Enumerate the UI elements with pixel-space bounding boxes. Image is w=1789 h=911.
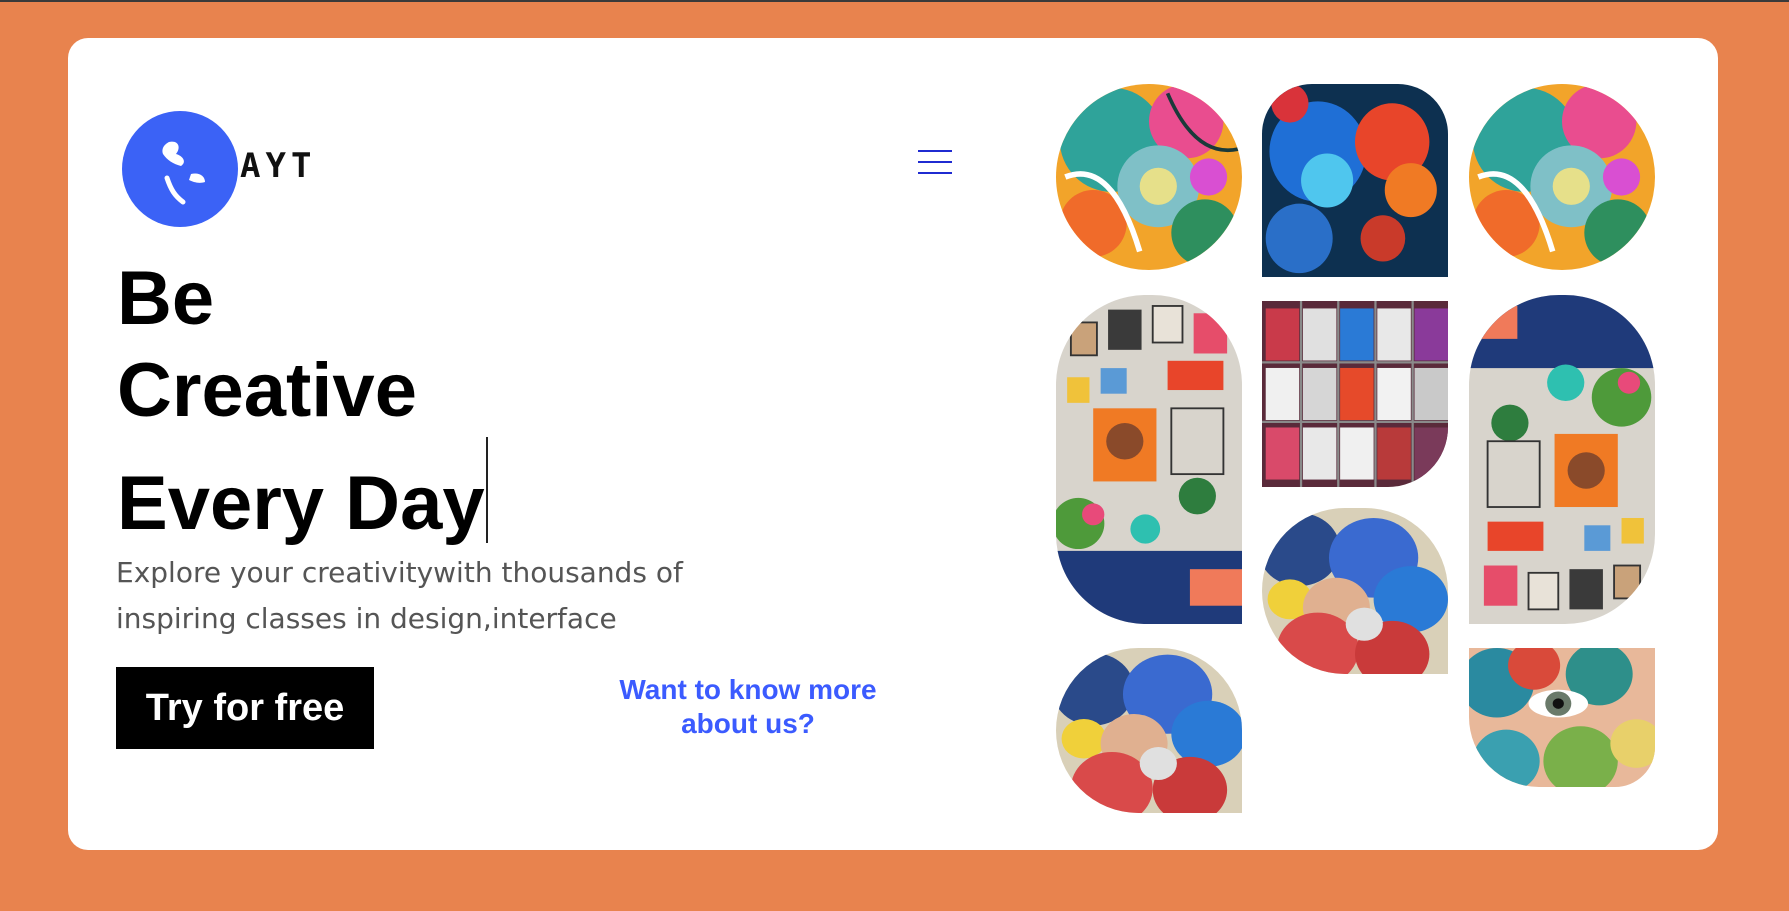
menu-icon[interactable] (918, 150, 952, 178)
headline-line-2: Creative (117, 348, 417, 433)
gallery-marbled-paint-2 (1469, 84, 1655, 270)
gallery-spray-cans (1262, 301, 1448, 487)
headline-line-3: Every Day (117, 437, 488, 550)
text-cursor (485, 437, 488, 543)
headline-line-1: Be (117, 256, 215, 341)
gallery-ink-smoke (1262, 84, 1448, 277)
know-more-link[interactable]: Want to know more about us? (588, 673, 908, 741)
headline-line-3-text: Every Day (117, 461, 485, 546)
gallery-wall-1 (1056, 295, 1242, 624)
gallery-wall-2 (1469, 295, 1655, 624)
gallery-painted-face (1469, 648, 1655, 787)
hero-card: AYT Be Creative Every Day Explore your c… (68, 38, 1718, 850)
gallery-oil-paint-2 (1056, 648, 1242, 813)
logo-icon[interactable] (121, 110, 239, 228)
hero-headline: Be Creative Every Day (117, 253, 488, 550)
brand-name[interactable]: AYT (240, 146, 316, 186)
gallery-oil-paint-1 (1262, 508, 1448, 674)
try-for-free-button[interactable]: Try for free (116, 667, 374, 749)
page-top-border (0, 0, 1789, 2)
hero-subtitle: Explore your creativitywith thousands of… (116, 556, 683, 635)
gallery-marbled-paint-1 (1056, 84, 1242, 270)
